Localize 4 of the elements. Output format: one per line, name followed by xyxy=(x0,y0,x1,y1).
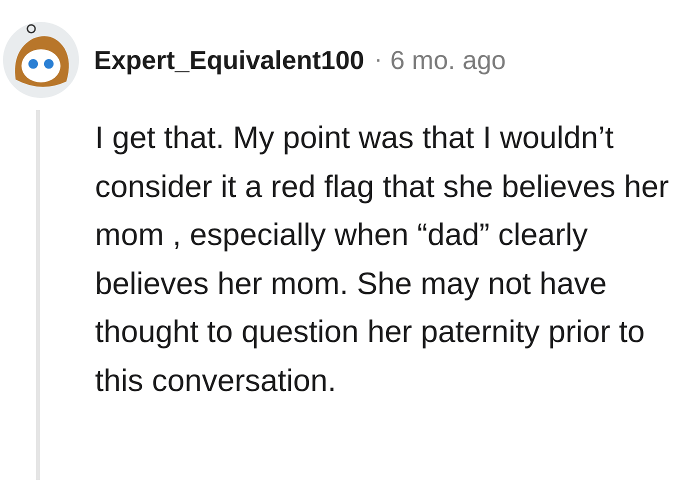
separator-dot: · xyxy=(374,46,382,74)
comment-text: I get that. My point was that I wouldn’t consider it a red flag that she believes her mom , especially when “dad” clearly believes her mom. She may not have thought to question her paternity prior to this conversation. xyxy=(95,119,670,400)
timestamp: 6 mo. ago xyxy=(390,44,506,76)
username[interactable]: Expert_Equivalent100 xyxy=(94,44,364,76)
